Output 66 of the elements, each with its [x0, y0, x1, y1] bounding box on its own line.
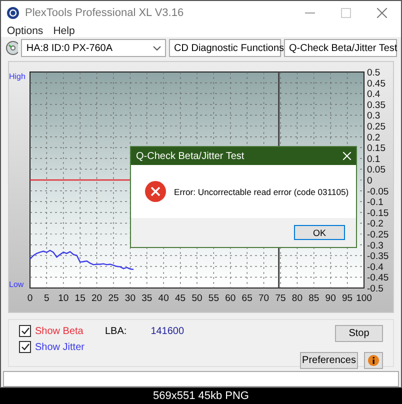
y-tick-label: 0.1	[367, 154, 380, 165]
x-tick-label: 35	[142, 293, 152, 304]
x-tick-label: 25	[108, 293, 119, 304]
y-tick-label: -0.15	[367, 208, 389, 219]
x-tick-label: 85	[308, 293, 320, 304]
checkbox[interactable]	[19, 325, 31, 337]
low-label: Low	[9, 280, 24, 289]
y-tick-label: 0.05	[367, 164, 386, 176]
y-tick-label: 0.35	[367, 100, 386, 111]
checkbox-label: Show Jitter	[35, 342, 84, 352]
app-logo-icon	[7, 7, 19, 19]
y-tick-label: -0.35	[367, 251, 389, 262]
window-title: PlexTools Professional XL V3.16	[25, 7, 185, 19]
menu-item[interactable]: Options	[7, 25, 44, 37]
x-tick-label: 55	[208, 293, 219, 304]
lba-value: 141600	[150, 326, 184, 337]
x-tick-label: 50	[192, 293, 202, 304]
x-tick-label: 20	[92, 293, 102, 304]
dialog-title: Q-Check Beta/Jitter Test	[136, 150, 244, 162]
x-tick-label: 75	[275, 293, 286, 304]
y-tick-label: -0.2	[367, 218, 384, 230]
y-tick-label: -0.05	[367, 186, 389, 198]
x-tick-label: 10	[58, 293, 69, 304]
chevron-icon	[153, 46, 161, 50]
ok-button[interactable]: OK	[294, 225, 345, 240]
lba-label: LBA:	[105, 326, 127, 337]
x-tick-label: 0	[27, 293, 33, 304]
y-tick-label: 0.25	[367, 122, 386, 132]
y-tick-label: 0.3	[367, 110, 380, 122]
x-tick-label: 65	[242, 293, 252, 304]
error-message: Error: Uncorrectable read error (code 031105)	[174, 186, 349, 196]
y-tick-label: -0.5	[367, 284, 384, 294]
x-tick-label: 70	[258, 293, 270, 304]
preferences-button[interactable]: Preferences	[300, 352, 358, 369]
y-tick-label: -0.45	[367, 272, 389, 284]
x-tick-label: 90	[325, 293, 336, 304]
checkbox-label: Show Beta	[35, 326, 84, 336]
x-tick-label: 60	[225, 293, 236, 304]
x-tick-label: 45	[175, 293, 186, 304]
checkbox[interactable]	[19, 341, 31, 353]
x-tick-label: 40	[158, 293, 169, 304]
y-tick-label: 0.4	[367, 89, 380, 100]
info-button[interactable]	[364, 352, 383, 369]
y-tick-label: -0.3	[367, 240, 384, 252]
x-tick-label: 30	[124, 293, 136, 304]
dropdown[interactable]: HA:8 ID:0 PX-760A	[21, 39, 166, 57]
menu-item[interactable]: Help	[53, 25, 75, 37]
y-tick-label: 0.15	[367, 143, 386, 154]
y-tick-label: -0.1	[367, 197, 384, 208]
high-label: High	[9, 72, 26, 81]
image-caption: 569x551 45kb PNG	[152, 389, 250, 404]
x-tick-label: 100	[356, 293, 372, 304]
y-tick-label: 0.45	[367, 78, 386, 90]
x-tick-label: 80	[292, 293, 302, 304]
x-tick-label: 95	[342, 293, 353, 304]
error-icon	[145, 181, 166, 202]
close-icon[interactable]	[377, 8, 387, 18]
y-tick-label: 0.2	[367, 132, 380, 144]
y-tick-label: 0.5	[367, 68, 380, 78]
x-tick-label: 5	[44, 293, 50, 304]
y-tick-label: -0.25	[367, 230, 389, 240]
y-tick-label: 0	[367, 176, 372, 186]
x-tick-label: 15	[74, 293, 86, 304]
stop-button[interactable]: Stop	[335, 325, 383, 342]
dropdown[interactable]: Q-Check Beta/Jitter Test	[284, 39, 397, 57]
y-tick-label: -0.4	[367, 262, 384, 273]
